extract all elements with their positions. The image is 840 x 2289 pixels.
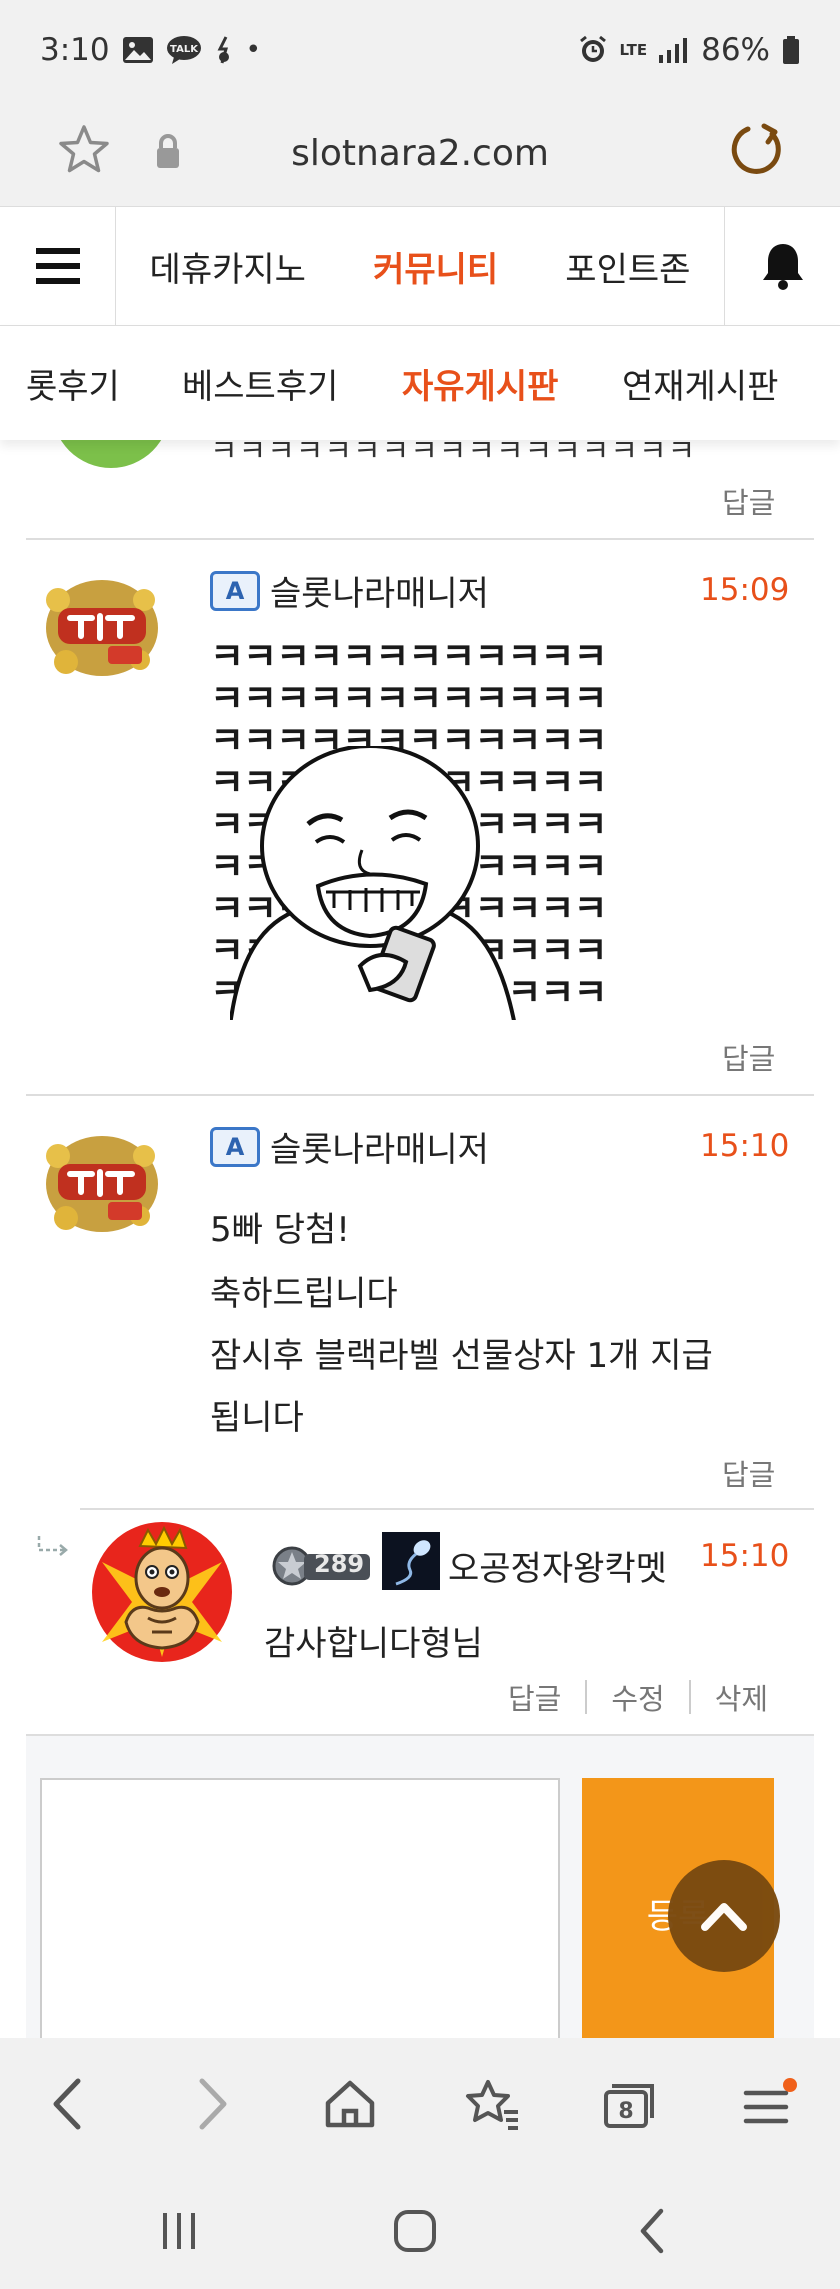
comment-actions: 답글 수정 삭제 <box>508 1676 768 1718</box>
status-time: 3:10 <box>40 32 110 68</box>
battery-percent: 86% <box>701 32 770 68</box>
url-text[interactable]: slotnara2.com <box>0 133 840 174</box>
back-chevron-icon[interactable] <box>618 2196 688 2266</box>
nav-item-community[interactable]: 커뮤니티 <box>373 242 498 291</box>
avatar-slotnara-logo <box>36 566 166 686</box>
status-dot: • <box>245 35 261 65</box>
comment-author: A 슬롯나라매니저 <box>210 566 489 615</box>
avatar-king-character <box>92 1522 232 1662</box>
back-icon[interactable] <box>28 2064 108 2144</box>
comment-text-line: 됩니다 <box>210 1398 304 1438</box>
bookmarks-icon[interactable] <box>452 2064 532 2144</box>
reply-link[interactable]: 답글 <box>722 1452 775 1494</box>
notification-icon <box>214 35 234 65</box>
kakaotalk-icon: TALK <box>166 35 202 65</box>
sub-nav-review[interactable]: 롯후기 <box>26 359 120 408</box>
comment-text-line: 감사합니다형님 <box>264 1624 483 1664</box>
sperm-icon <box>382 1532 440 1599</box>
comment-author: A 슬롯나라매니저 <box>210 1122 489 1171</box>
comment-list: ㅋㅋㅋㅋㅋㅋㅋㅋㅋㅋㅋㅋㅋㅋㅋㅋㅋ 답글 A 슬롯나라매니저 15:09 ㅋㅋㅋ… <box>0 440 840 2038</box>
status-bar: 3:10 TALK • LTE 86% <box>0 0 840 100</box>
talk-label: TALK <box>170 44 199 55</box>
bell-icon[interactable] <box>724 207 840 325</box>
comment-time: 15:10 <box>700 1538 790 1574</box>
battery-icon <box>782 36 800 64</box>
reply-link[interactable]: 답글 <box>508 1676 561 1718</box>
admin-badge-icon: A <box>210 570 260 611</box>
level-badge-icon: 289 <box>270 1544 374 1588</box>
laughing-face-drawing <box>230 746 516 1020</box>
system-nav-bar <box>0 2168 840 2289</box>
meme-image: ㅋㅋㅋㅋㅋㅋㅋㅋㅋㅋㅋㅋㅋ ㅋㅋㅋㅋㅋㅋㅋㅋㅋㅋㅋㅋㅋ ㅋㅋㅋㅋㅋㅋㅋㅋㅋㅋㅋㅋ… <box>210 636 605 1020</box>
tabs-count: 8 <box>618 2099 633 2124</box>
avatar <box>52 440 170 468</box>
site-nav-items: 데휴카지노 커뮤니티 포인트존 <box>116 207 724 325</box>
nav-item-casino[interactable]: 데휴카지노 <box>150 242 306 291</box>
hamburger-menu-icon[interactable] <box>0 207 116 325</box>
avatar-slotnara-logo <box>36 1122 166 1242</box>
comment-textarea[interactable] <box>40 1778 560 2038</box>
author-name[interactable]: 오공정자왕칵멧 <box>448 1541 667 1590</box>
comment-text-line: 축하드립니다 <box>210 1274 398 1314</box>
browser-bottom-bar: 8 <box>0 2038 840 2168</box>
sub-nav: 롯후기 베스트후기 자유게시판 연재게시판 <box>0 326 840 440</box>
sub-nav-free-board[interactable]: 자유게시판 <box>402 359 558 408</box>
tabs-icon[interactable]: 8 <box>590 2064 670 2144</box>
edit-link[interactable]: 수정 <box>611 1676 664 1718</box>
divider <box>80 1508 814 1510</box>
delete-link[interactable]: 삭제 <box>715 1676 768 1718</box>
sub-nav-best-review[interactable]: 베스트후기 <box>182 359 338 408</box>
gallery-icon <box>122 36 154 64</box>
forward-icon[interactable] <box>172 2064 252 2144</box>
reply-link[interactable]: 답글 <box>722 1036 775 1078</box>
reply-arrow-icon <box>36 1534 70 1564</box>
network-label: LTE <box>619 41 648 59</box>
comment-text-clipped: ㅋㅋㅋㅋㅋㅋㅋㅋㅋㅋㅋㅋㅋㅋㅋㅋㅋ <box>210 440 697 469</box>
reload-icon[interactable] <box>728 120 786 184</box>
chevron-up-icon <box>701 1903 747 1931</box>
alarm-icon <box>578 35 608 65</box>
admin-badge-icon: A <box>210 1126 260 1167</box>
recent-apps-icon[interactable] <box>144 2196 214 2266</box>
meme-text-row: ㅋㅋㅋㅋㅋㅋㅋㅋㅋㅋㅋㅋㅋ <box>210 677 605 720</box>
comment-text-line: 잠시후 블랙라벨 선물상자 1개 지급 <box>210 1336 713 1376</box>
comment-author: 289 오공정자왕칵멧 <box>270 1532 667 1599</box>
reply-link[interactable]: 답글 <box>722 480 775 522</box>
divider <box>26 1094 814 1096</box>
comment-time: 15:09 <box>700 572 790 608</box>
divider <box>26 538 814 540</box>
sub-nav-series-board[interactable]: 연재게시판 <box>622 359 778 408</box>
author-name[interactable]: 슬롯나라매니저 <box>270 566 489 615</box>
browser-url-bar: slotnara2.com <box>0 100 840 206</box>
home-icon[interactable] <box>310 2064 390 2144</box>
scroll-top-button[interactable] <box>668 1860 780 1972</box>
meme-text-row: ㅋㅋㅋㅋㅋㅋㅋㅋㅋㅋㅋㅋㅋ <box>210 636 605 678</box>
menu-icon[interactable] <box>730 2064 810 2144</box>
level-number: 289 <box>314 1549 365 1578</box>
comment-time: 15:10 <box>700 1128 790 1164</box>
home-square-icon[interactable] <box>380 2196 450 2266</box>
divider <box>585 1680 588 1714</box>
site-nav: 데휴카지노 커뮤니티 포인트존 <box>0 206 840 326</box>
comment-text-line: 5빠 당첨! <box>210 1210 350 1250</box>
divider <box>688 1680 691 1714</box>
signal-icon <box>659 37 689 63</box>
author-name[interactable]: 슬롯나라매니저 <box>270 1122 489 1171</box>
nav-item-pointzone[interactable]: 포인트존 <box>565 242 690 291</box>
